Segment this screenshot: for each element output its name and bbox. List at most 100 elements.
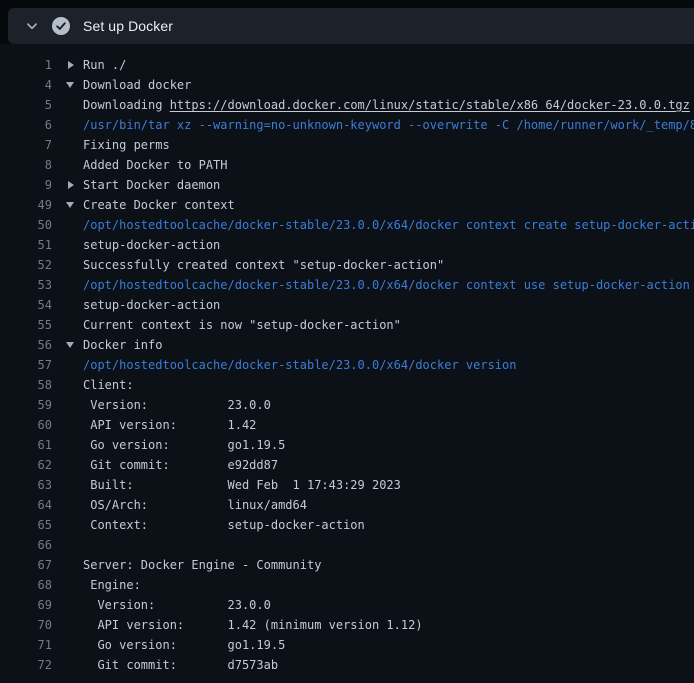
log-text: Version: 23.0.0 (83, 395, 694, 415)
line-number[interactable]: 71 (0, 635, 52, 655)
log-text: Start Docker daemon (83, 175, 694, 195)
line-number[interactable]: 60 (0, 415, 52, 435)
line-number[interactable]: 1 (0, 55, 52, 75)
triangle-right-icon (52, 55, 83, 75)
toggle-slot (52, 415, 83, 435)
toggle-slot (52, 455, 83, 475)
log-lines: 1Run ./4Download docker5Downloading http… (0, 55, 694, 675)
log-text: Go version: go1.19.5 (83, 435, 694, 455)
log-console[interactable]: 1Run ./4Download docker5Downloading http… (0, 44, 694, 683)
log-line: 6/usr/bin/tar xz --warning=no-unknown-ke… (0, 115, 694, 135)
toggle-slot (52, 535, 83, 555)
toggle-slot (52, 215, 83, 235)
log-text: API version: 1.42 (83, 415, 694, 435)
toggle-slot (52, 355, 83, 375)
line-number[interactable]: 6 (0, 115, 52, 135)
line-number[interactable]: 49 (0, 195, 52, 215)
log-text: Server: Docker Engine - Community (83, 555, 694, 575)
log-text: Version: 23.0.0 (83, 595, 694, 615)
line-number[interactable]: 70 (0, 615, 52, 635)
line-number[interactable]: 69 (0, 595, 52, 615)
toggle-slot (52, 615, 83, 635)
line-number[interactable]: 58 (0, 375, 52, 395)
command-text: /usr/bin/tar xz --warning=no-unknown-key… (83, 115, 694, 135)
toggle-slot (52, 235, 83, 255)
log-text: Current context is now "setup-docker-act… (83, 315, 694, 335)
line-number[interactable]: 64 (0, 495, 52, 515)
command-text: /opt/hostedtoolcache/docker-stable/23.0.… (83, 275, 694, 295)
line-number[interactable]: 5 (0, 95, 52, 115)
line-number[interactable]: 62 (0, 455, 52, 475)
log-text: Create Docker context (83, 195, 694, 215)
command-text: /opt/hostedtoolcache/docker-stable/23.0.… (83, 355, 694, 375)
log-line: 55 Current context is now "setup-docker-a… (0, 315, 694, 335)
toggle-slot (52, 375, 83, 395)
log-text: setup-docker-action (83, 295, 694, 315)
line-number[interactable]: 52 (0, 255, 52, 275)
line-number[interactable]: 56 (0, 335, 52, 355)
line-number[interactable]: 63 (0, 475, 52, 495)
command-text: /opt/hostedtoolcache/docker-stable/23.0.… (83, 215, 694, 235)
toggle-slot (52, 115, 83, 135)
log-text: Download docker (83, 75, 694, 95)
log-line: 51setup-docker-action (0, 235, 694, 255)
line-number[interactable]: 50 (0, 215, 52, 235)
log-line: 71 Go version: go1.19.5 (0, 635, 694, 655)
toggle-slot (52, 315, 83, 335)
line-number[interactable]: 65 (0, 515, 52, 535)
log-line: 70 API version: 1.42 (minimum version 1.… (0, 615, 694, 635)
line-number[interactable]: 67 (0, 555, 52, 575)
log-line: 8Added Docker to PATH (0, 155, 694, 175)
log-text: Context: setup-docker-action (83, 515, 694, 535)
triangle-down-icon (52, 75, 83, 95)
log-line: 69 Version: 23.0.0 (0, 595, 694, 615)
log-line: 68 Engine: (0, 575, 694, 595)
log-line: 64 OS/Arch: linux/amd64 (0, 495, 694, 515)
chevron-down-icon[interactable] (25, 19, 39, 33)
toggle-slot (52, 515, 83, 535)
toggle-slot (52, 435, 83, 455)
line-number[interactable]: 66 (0, 535, 52, 555)
log-text: Git commit: e92dd87 (83, 455, 694, 475)
line-number[interactable]: 72 (0, 655, 52, 675)
line-number[interactable]: 68 (0, 575, 52, 595)
line-number[interactable]: 57 (0, 355, 52, 375)
log-link[interactable]: https://download.docker.com/linux/static… (170, 98, 690, 112)
log-line: 60 API version: 1.42 (0, 415, 694, 435)
log-line: 66 (0, 535, 694, 555)
line-number[interactable]: 59 (0, 395, 52, 415)
line-number[interactable]: 51 (0, 235, 52, 255)
toggle-slot (52, 635, 83, 655)
log-text: Engine: (83, 575, 694, 595)
line-number[interactable]: 7 (0, 135, 52, 155)
triangle-down-icon (52, 195, 83, 215)
line-number[interactable]: 9 (0, 175, 52, 195)
line-number[interactable]: 61 (0, 435, 52, 455)
line-number[interactable]: 54 (0, 295, 52, 315)
log-group-header[interactable]: 49 Create Docker context (0, 195, 694, 215)
toggle-slot (52, 275, 83, 295)
line-number[interactable]: 55 (0, 315, 52, 335)
check-circle-icon (52, 17, 70, 35)
log-line: 53/opt/hostedtoolcache/docker-stable/23.… (0, 275, 694, 295)
log-group-header[interactable]: 1Run ./ (0, 55, 694, 75)
toggle-slot (52, 575, 83, 595)
step-title: Set up Docker (83, 18, 173, 34)
log-group-header[interactable]: 9 Start Docker daemon (0, 175, 694, 195)
step-header[interactable]: Set up Docker (8, 8, 694, 44)
log-line: 52 Successfully created context "setup-do… (0, 255, 694, 275)
log-line: 7Fixing perms (0, 135, 694, 155)
toggle-slot (52, 655, 83, 675)
triangle-down-icon (52, 335, 83, 355)
toggle-slot (52, 155, 83, 175)
log-line: 59 Version: 23.0.0 (0, 395, 694, 415)
log-text: Successfully created context "setup-dock… (83, 255, 694, 275)
line-number[interactable]: 8 (0, 155, 52, 175)
toggle-slot (52, 495, 83, 515)
log-line: 72 Git commit: d7573ab (0, 655, 694, 675)
line-number[interactable]: 4 (0, 75, 52, 95)
line-number[interactable]: 53 (0, 275, 52, 295)
log-line: 57/opt/hostedtoolcache/docker-stable/23.… (0, 355, 694, 375)
log-group-header[interactable]: 56Docker info (0, 335, 694, 355)
log-group-header[interactable]: 4 Download docker (0, 75, 694, 95)
